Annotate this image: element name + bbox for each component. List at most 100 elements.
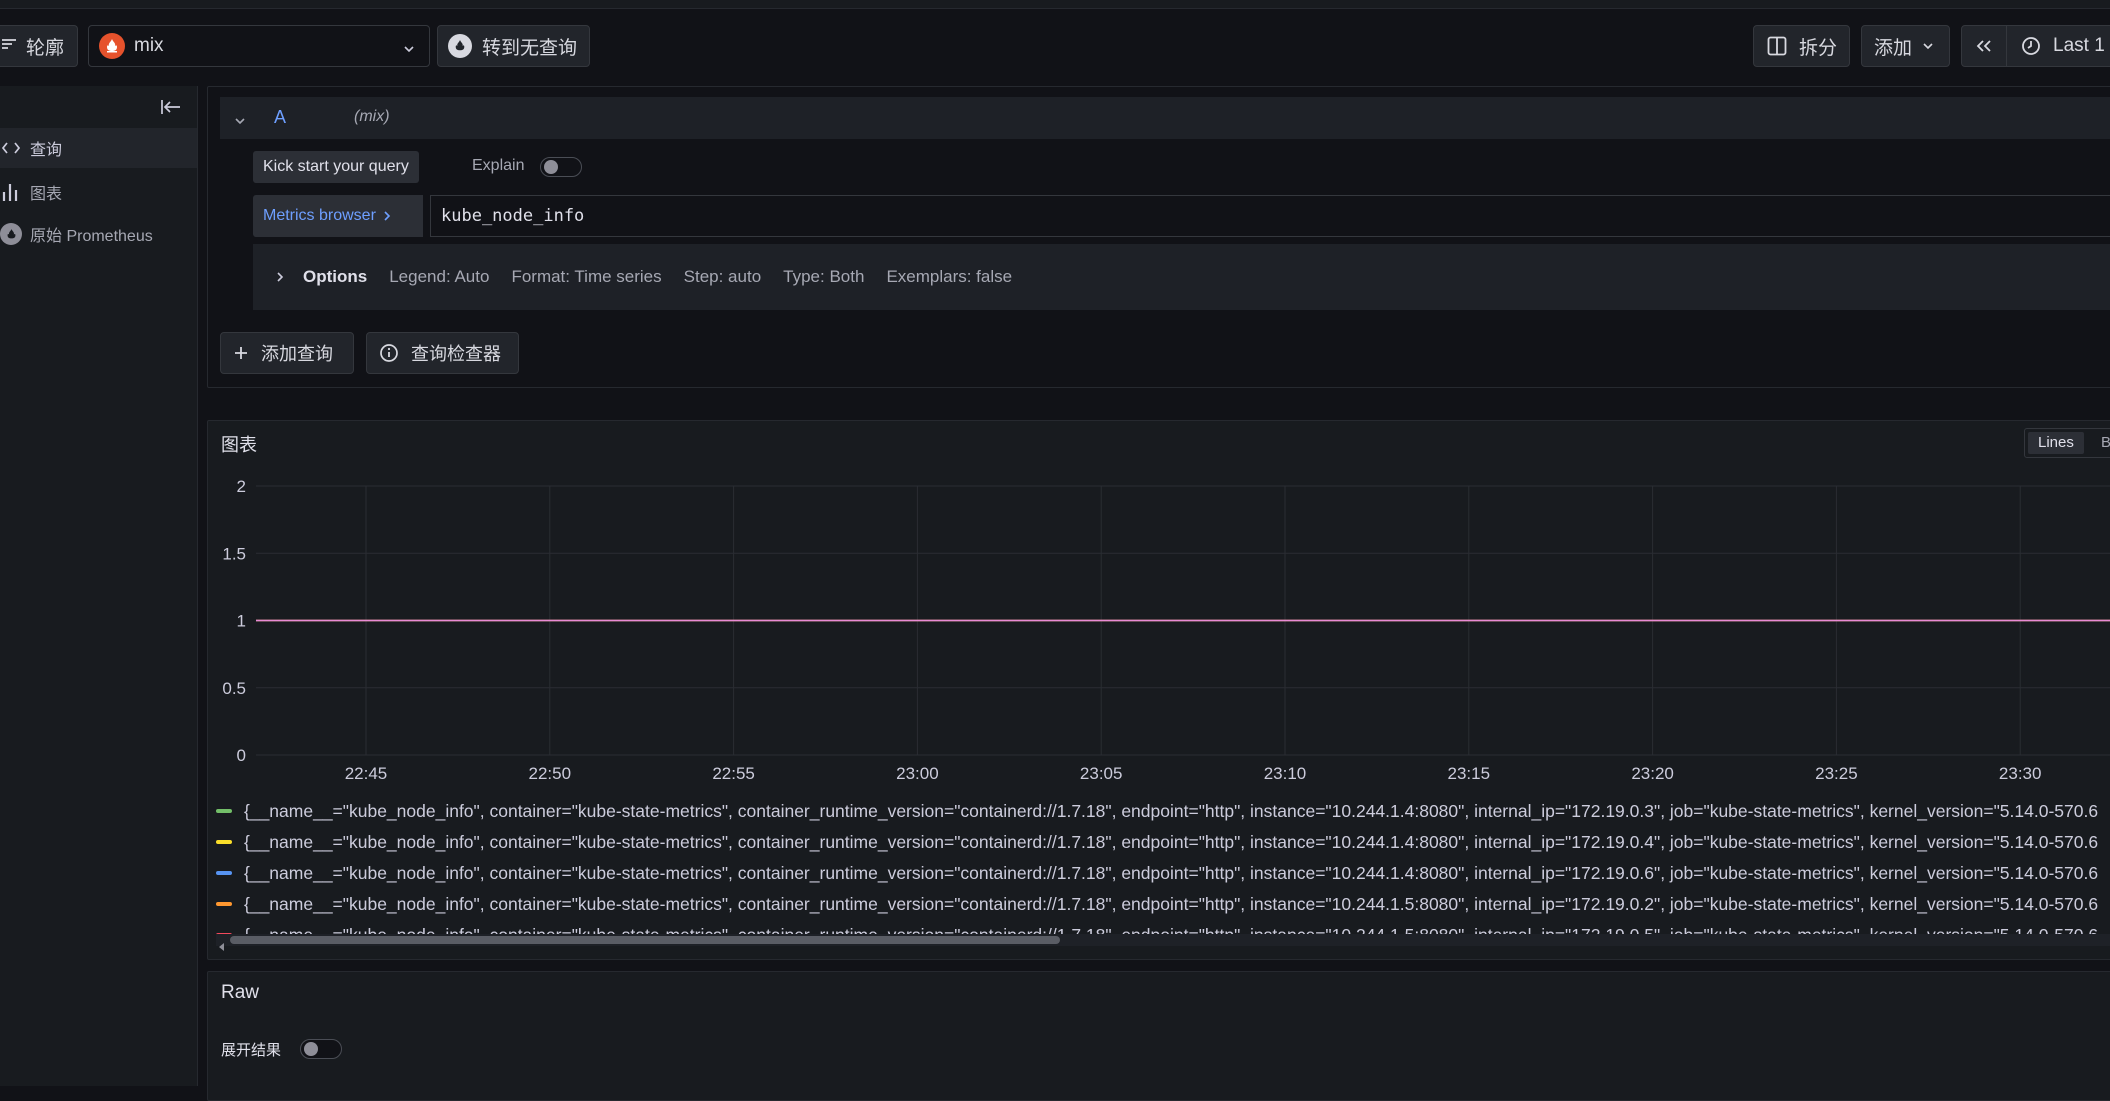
legend-swatch [216, 840, 232, 844]
query-options-row[interactable]: Options Legend: Auto Format: Time series… [253, 244, 2110, 310]
metrics-browser-button[interactable]: Metrics browser [253, 195, 423, 237]
chevron-down-icon [1922, 40, 1934, 52]
explain-label: Explain [472, 157, 525, 174]
chevron-down-icon [403, 39, 415, 61]
split-icon [1767, 36, 1787, 56]
chevron-down-icon[interactable] [234, 112, 246, 132]
x-tick-label: 23:30 [1999, 764, 2042, 783]
sidebar-item-label: 图表 [30, 186, 63, 203]
list-icon [2, 35, 16, 57]
datasource-picker[interactable]: mix [88, 25, 430, 67]
collapse-time-button[interactable] [1961, 25, 2007, 67]
graph-chart: 2 1.5 1 0.5 0 22:45 22:50 22:55 23:00 23:05 23:10 2… [222, 477, 2110, 783]
prometheus-mono-icon [448, 34, 472, 58]
bars-mode-button[interactable]: B [2101, 434, 2110, 451]
query-inspector-button[interactable]: 查询检查器 [366, 332, 519, 374]
add-query-label: 添加查询 [261, 344, 333, 364]
x-tick-label: 23:10 [1264, 764, 1307, 783]
lines-mode-button[interactable]: Lines [2028, 432, 2084, 454]
query-row-header[interactable]: A (mix) [220, 97, 2110, 139]
x-tick-label: 22:45 [345, 764, 388, 783]
option-exemplars: Exemplars: false [886, 267, 1013, 286]
x-tick-label: 23:05 [1080, 764, 1123, 783]
add-label: 添加 [1874, 37, 1913, 59]
query-datasource-tag: (mix) [354, 108, 390, 125]
lines-mode-label: Lines [2038, 434, 2074, 451]
prometheus-icon [99, 33, 125, 59]
sidebar-item-label: 原始 Prometheus [30, 228, 153, 245]
y-tick-label: 1.5 [222, 544, 246, 563]
content-outline-sidebar: 查询 图表 原始 Prometheus [0, 86, 198, 1086]
time-range-picker[interactable]: Last 1 [2006, 25, 2110, 67]
options-label: Options [303, 267, 368, 286]
prometheus-icon [0, 223, 22, 245]
raw-panel: Raw 展开结果 [207, 971, 2110, 1101]
raw-title: Raw [221, 982, 260, 1003]
option-legend: Legend: Auto [389, 267, 490, 286]
outline-button[interactable]: 轮廓 [0, 25, 78, 67]
sidebar-item-label: 查询 [30, 142, 63, 159]
arrow-left-to-line-icon [160, 100, 182, 120]
x-tick-label: 23:25 [1815, 764, 1858, 783]
x-tick-label: 22:50 [529, 764, 572, 783]
split-label: 拆分 [1799, 37, 1838, 59]
legend-label: {__name__="kube_node_info", container="k… [244, 862, 2099, 883]
outline-label: 轮廓 [26, 37, 65, 59]
query-expression-text: kube_node_info [441, 206, 585, 226]
graph-title: 图表 [221, 435, 257, 455]
x-tick-label: 23:15 [1448, 764, 1491, 783]
no-query-label: 转到无查询 [482, 37, 578, 59]
datasource-name: mix [134, 35, 164, 56]
double-chevron-left-icon [1976, 39, 1992, 53]
plus-icon [233, 345, 249, 361]
y-tick-label: 1 [237, 612, 246, 631]
query-editor-panel: A (mix) Kick start your query Explain Me… [207, 86, 2110, 388]
kick-start-label: Kick start your query [263, 158, 409, 175]
code-icon [2, 141, 20, 155]
query-expression-input[interactable]: kube_node_info [430, 195, 2110, 237]
option-format: Format: Time series [511, 267, 662, 286]
collapse-sidebar-button[interactable] [160, 98, 184, 118]
query-ref-id[interactable]: A [274, 107, 286, 128]
legend-swatch [216, 809, 232, 813]
legend-item[interactable]: {__name__="kube_node_info", container="k… [216, 796, 2098, 826]
legend-item[interactable]: {__name__="kube_node_info", container="k… [216, 827, 2098, 857]
graph-panel: 图表 Lines B 2 1.5 1 0.5 0 22:45 22:50 22:55 23:00… [207, 420, 2110, 960]
no-query-button[interactable]: 转到无查询 [437, 25, 590, 67]
x-tick-label: 23:00 [896, 764, 939, 783]
expand-results-toggle[interactable] [300, 1039, 342, 1059]
explain-toggle[interactable] [540, 157, 582, 177]
time-range-label: Last 1 [2053, 35, 2105, 56]
legend-horizontal-scrollbar[interactable] [216, 934, 2110, 951]
graph-mode-switch: Lines B [2024, 428, 2110, 458]
legend-label: {__name__="kube_node_info", container="k… [244, 831, 2099, 852]
add-query-button[interactable]: 添加查询 [220, 332, 354, 374]
sidebar-item-graph[interactable]: 图表 [0, 172, 197, 212]
split-button[interactable]: 拆分 [1753, 25, 1850, 67]
graph-legend: {__name__="kube_node_info", container="k… [208, 788, 2110, 938]
metrics-browser-label: Metrics browser [263, 207, 376, 224]
add-dropdown-button[interactable]: 添加 [1861, 25, 1950, 67]
sidebar-item-raw-prometheus[interactable]: 原始 Prometheus [0, 214, 197, 254]
bar-chart-icon [2, 182, 20, 202]
legend-label: {__name__="kube_node_info", container="k… [244, 800, 2099, 821]
legend-item[interactable]: {__name__="kube_node_info", container="k… [216, 889, 2098, 919]
top-nav-strip [0, 0, 2110, 9]
query-inspector-label: 查询检查器 [411, 344, 501, 364]
scrollbar-thumb[interactable] [230, 936, 1060, 944]
kick-start-button[interactable]: Kick start your query [253, 151, 419, 183]
option-type: Type: Both [783, 267, 865, 286]
scroll-left-icon[interactable] [218, 936, 226, 956]
chevron-right-icon [382, 210, 392, 222]
option-step: Step: auto [683, 267, 762, 286]
sidebar-item-query[interactable]: 查询 [0, 128, 197, 168]
legend-label: {__name__="kube_node_info", container="k… [244, 893, 2099, 914]
y-tick-label: 0 [237, 746, 246, 765]
info-circle-icon [379, 343, 399, 363]
chevron-right-icon [275, 271, 285, 283]
x-tick-label: 23:20 [1631, 764, 1674, 783]
legend-swatch [216, 871, 232, 875]
expand-results-label: 展开结果 [221, 1042, 282, 1059]
y-tick-label: 0.5 [222, 679, 246, 698]
legend-item[interactable]: {__name__="kube_node_info", container="k… [216, 858, 2098, 888]
